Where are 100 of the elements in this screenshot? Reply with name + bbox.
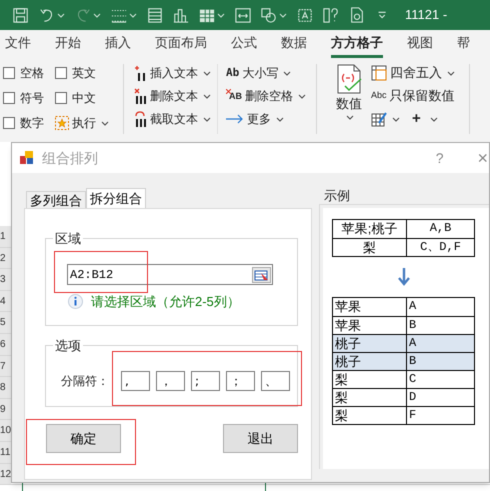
row-number: 11 [0, 442, 11, 463]
caret-icon [203, 92, 211, 100]
caret-icon [203, 116, 211, 122]
caret-icon [93, 12, 101, 18]
caret-icon [101, 120, 109, 126]
shapes-icon[interactable] [261, 7, 277, 23]
separator-input[interactable]: ， [156, 371, 185, 391]
checkbox-option[interactable]: 空格 [3, 64, 55, 82]
abc-icon: Abc [371, 89, 387, 103]
menu-tab[interactable]: 帮 [457, 30, 470, 58]
row-number: 7 [0, 356, 11, 376]
run-button[interactable]: 执行 [55, 114, 113, 132]
menu-tab[interactable]: 文件 [5, 30, 31, 58]
menu-tab[interactable]: 公式 [231, 30, 257, 58]
plus-icon: + [408, 108, 425, 130]
row-number: 4 [0, 290, 11, 312]
print-preview-icon[interactable] [349, 7, 365, 23]
merge-cells-icon[interactable] [235, 7, 251, 23]
range-input[interactable]: A2:B12 [67, 264, 273, 285]
format-tool-button[interactable]: Ab 大小写 [226, 64, 306, 82]
menu-tab[interactable]: 开始 [55, 30, 81, 58]
table-cell-text: D [408, 389, 418, 406]
form-icon[interactable] [147, 7, 163, 23]
caret-icon [283, 70, 292, 76]
delete-text-icon [134, 88, 147, 104]
separator-input[interactable]: 、 [261, 371, 290, 391]
dialog-title: 组合排列 [42, 148, 98, 168]
caret-icon [279, 12, 287, 18]
row-number: 6 [0, 334, 11, 355]
column-chart-icon[interactable] [173, 7, 189, 23]
format-tool-button[interactable]: AB 删除空格 [226, 87, 306, 105]
grid-percent-icon [371, 65, 387, 81]
document-check-icon [336, 64, 362, 94]
info-icon [68, 294, 83, 310]
edit-grid-button[interactable] [371, 110, 400, 128]
menu-tab[interactable]: 数据 [281, 30, 307, 58]
case-icon: Ab [226, 64, 240, 82]
format-tool-button[interactable]: 更多 [226, 110, 306, 128]
number-button[interactable]: 数值 [333, 64, 365, 134]
separator-label: 分隔符： [61, 373, 109, 390]
caret-icon [392, 116, 400, 122]
app-icon [20, 151, 34, 165]
table-cell-text: A [408, 335, 418, 352]
example-label: 示例 [323, 188, 351, 204]
save-icon[interactable] [13, 7, 29, 23]
text-box-icon[interactable] [297, 7, 313, 23]
table-cell-text: C [408, 371, 418, 388]
help-button[interactable]: ? [436, 148, 444, 168]
number-tool-button[interactable]: 四舍五入 [371, 64, 455, 82]
undo-icon[interactable] [39, 7, 55, 23]
text-tool-button[interactable]: 删除文本 [134, 87, 211, 105]
insert-text-icon [134, 64, 147, 82]
extract-text-icon [134, 110, 147, 128]
dialog-tab[interactable]: 拆分组合 [86, 188, 146, 208]
caret-icon [430, 116, 438, 122]
caret-icon [447, 70, 455, 76]
menu-tab[interactable]: 插入 [105, 30, 131, 58]
separator-input[interactable]: , [121, 371, 150, 391]
table-cell: 梨 [333, 407, 407, 424]
document-title: 11121 - [405, 6, 448, 24]
add-button[interactable]: + [408, 110, 438, 128]
x-mark [226, 88, 231, 94]
close-button[interactable]: × [477, 149, 488, 167]
checkbox-option[interactable]: 英文 [55, 64, 113, 82]
menu-tab[interactable]: 页面布局 [155, 30, 207, 58]
caret-icon [217, 12, 225, 18]
range-picker-icon[interactable] [252, 266, 271, 282]
table-icon[interactable] [199, 7, 215, 23]
arrow-right-icon [226, 114, 244, 124]
hint-text: 请选择区域（允许2-5列） [91, 293, 240, 311]
caret-icon [346, 114, 354, 120]
grid-pencil-icon [371, 111, 387, 127]
row-number: 3 [0, 269, 11, 290]
text-tool-button[interactable]: 插入文本 [134, 64, 211, 82]
checkbox-option[interactable]: 中文 [55, 89, 113, 107]
number-tool-button[interactable]: Abc 只保留数值 [371, 87, 455, 105]
text-tool-button[interactable]: 截取文本 [134, 110, 211, 128]
caret-icon [276, 116, 284, 122]
ok-button[interactable]: 确定 [46, 424, 121, 453]
row-number: 1 [0, 226, 11, 247]
caret-icon [298, 92, 306, 100]
separator-input[interactable]: ； [226, 371, 255, 391]
dialog-tab[interactable]: 多列组合 [26, 191, 86, 208]
table-cell-text: A [408, 298, 418, 315]
row-number: 9 [0, 398, 11, 420]
menu-tab[interactable]: 视图 [407, 30, 433, 58]
caret-icon [129, 12, 137, 18]
row-number: 8 [0, 377, 11, 398]
checkbox-option[interactable]: 符号 [3, 89, 55, 107]
exit-button[interactable]: 退出 [223, 424, 298, 453]
checkbox-option[interactable]: 数字 [3, 114, 55, 132]
caret-icon [203, 70, 211, 76]
borders-icon[interactable] [111, 7, 127, 23]
table-cell-text: B [408, 317, 418, 334]
separator-input[interactable]: ; [191, 371, 220, 391]
star-icon [55, 116, 69, 130]
row-number: 5 [0, 312, 11, 333]
table-cell: 梨 [333, 239, 407, 256]
trim-spaces-icon: AB [226, 92, 242, 100]
help-icon[interactable] [323, 7, 339, 23]
